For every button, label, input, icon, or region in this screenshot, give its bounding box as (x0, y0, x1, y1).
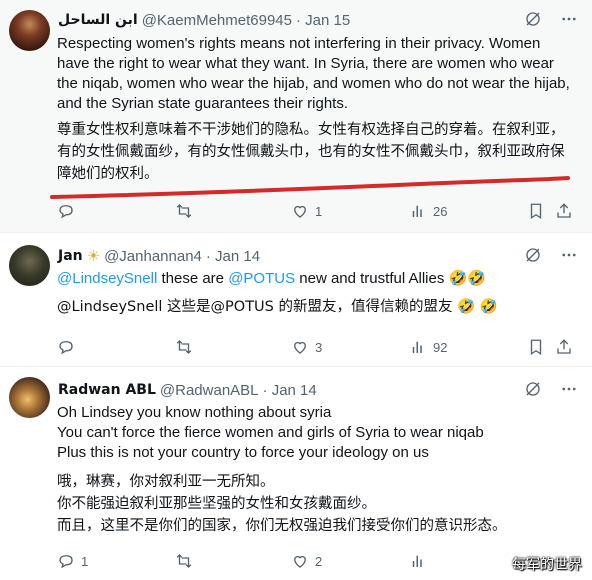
text-line: 哦，琳赛，你对叙利亚一无所知。 (57, 474, 275, 490)
more-icon[interactable] (560, 10, 578, 32)
action-bar: 1 26 (57, 202, 577, 222)
timestamp[interactable]: · Jan 14 (263, 382, 317, 399)
timestamp[interactable]: · Jan 15 (296, 12, 350, 29)
bookmark-icon (530, 339, 542, 356)
tweet-text-zh: 尊重女性权利意味着不干涉她们的隐私。女性有权选择自己的穿着。在叙利亚，有的女性佩… (57, 122, 565, 182)
repost-button[interactable] (175, 552, 199, 570)
reply-icon (59, 555, 73, 569)
bookmark-button[interactable] (527, 202, 545, 220)
like-button[interactable]: 3 (291, 338, 322, 356)
mention-link[interactable]: @LindseySnell (57, 270, 157, 287)
more-icon[interactable] (560, 380, 578, 402)
tweet-text-en: @LindseySnell these are @POTUS new and t… (57, 270, 486, 287)
tweet-text-en: Respecting women's rights means not inte… (57, 35, 570, 112)
share-button[interactable] (555, 338, 573, 356)
like-button[interactable]: 2 (291, 552, 322, 570)
reply-button[interactable] (57, 338, 81, 356)
repost-icon (176, 340, 192, 354)
avatar[interactable] (9, 245, 50, 286)
views-button[interactable]: 92 (409, 338, 447, 356)
text-line: Oh Lindsey you know nothing about syria (57, 404, 332, 421)
tweet-top-icons (524, 380, 578, 402)
action-bar: 1 2 (57, 552, 577, 572)
tweet-text-zh: @LindseySnell 这些是@POTUS 的新盟友，值得信赖的盟友 🤣 🤣 (57, 299, 498, 315)
tweet-text-zh: 哦，琳赛，你对叙利亚一无所知。 你不能强迫叙利亚那些坚强的女性和女孩戴面纱。 而… (57, 471, 577, 537)
text-line: 你不能强迫叙利亚那些坚强的女性和女孩戴面纱。 (57, 496, 376, 512)
views-icon (412, 341, 422, 353)
watermark: 每军的世界 (512, 557, 582, 573)
avatar[interactable] (9, 10, 50, 51)
handle[interactable]: @KaemMehmet69945 (142, 12, 292, 29)
reply-icon (59, 341, 73, 355)
grok-icon[interactable] (524, 10, 542, 32)
text-line: Plus this is not your country to force y… (57, 444, 429, 461)
repost-button[interactable] (175, 338, 199, 356)
repost-icon (176, 204, 192, 218)
mention-link[interactable]: @POTUS (228, 270, 295, 287)
heart-icon (294, 205, 306, 218)
text-line: You can't force the fierce women and gir… (57, 424, 484, 441)
action-bar: 3 92 (57, 338, 577, 358)
repost-icon (176, 554, 192, 568)
reply-icon (59, 205, 73, 219)
tweet-header: Radwan ABL @RadwanABL · Jan 14 (58, 380, 317, 400)
timestamp[interactable]: · Jan 14 (206, 248, 260, 265)
views-button[interactable]: 26 (409, 202, 447, 220)
handle[interactable]: @RadwanABL (160, 382, 259, 399)
tweet-header: Jan ☀ @Janhannan4 · Jan 14 (58, 246, 260, 266)
tweet-text-en: Oh Lindsey you know nothing about syria … (57, 403, 577, 463)
display-name[interactable]: Jan (58, 248, 83, 264)
text-line: 而且，这里不是你们的国家，你们无权强迫我们接受你们的意识形态。 (57, 518, 507, 534)
heart-icon (294, 555, 306, 568)
heart-icon (294, 341, 306, 354)
share-icon (557, 339, 571, 354)
reply-button[interactable]: 1 (57, 552, 88, 570)
share-button[interactable] (555, 202, 573, 220)
tweet-2[interactable]: Jan ☀ @Janhannan4 · Jan 14 @LindseySnell… (0, 232, 592, 366)
grok-icon[interactable] (524, 246, 542, 268)
reply-button[interactable] (57, 202, 81, 220)
display-name[interactable]: ابن الساحل (58, 12, 138, 28)
views-button[interactable] (409, 552, 433, 570)
bookmark-button[interactable] (527, 338, 545, 356)
tweet-3[interactable]: Radwan ABL @RadwanABL · Jan 14 Oh Lindse… (0, 366, 592, 580)
handle[interactable]: @Janhannan4 (104, 248, 202, 265)
display-name[interactable]: Radwan ABL (58, 382, 156, 398)
views-icon (412, 555, 422, 567)
bookmark-icon (530, 203, 542, 220)
sun-emoji-icon: ☀ (86, 247, 101, 265)
more-icon[interactable] (560, 246, 578, 268)
repost-button[interactable] (175, 202, 199, 220)
tweet-header: ابن الساحل @KaemMehmet69945 · Jan 15 (58, 10, 350, 30)
grok-icon[interactable] (524, 380, 542, 402)
tweet-1[interactable]: ابن الساحل @KaemMehmet69945 · Jan 15 Res… (0, 0, 592, 232)
share-icon (557, 203, 571, 218)
views-icon (412, 205, 422, 217)
tweet-top-icons (524, 246, 578, 268)
avatar[interactable] (9, 377, 50, 418)
tweet-top-icons (524, 10, 578, 32)
like-button[interactable]: 1 (291, 202, 322, 220)
